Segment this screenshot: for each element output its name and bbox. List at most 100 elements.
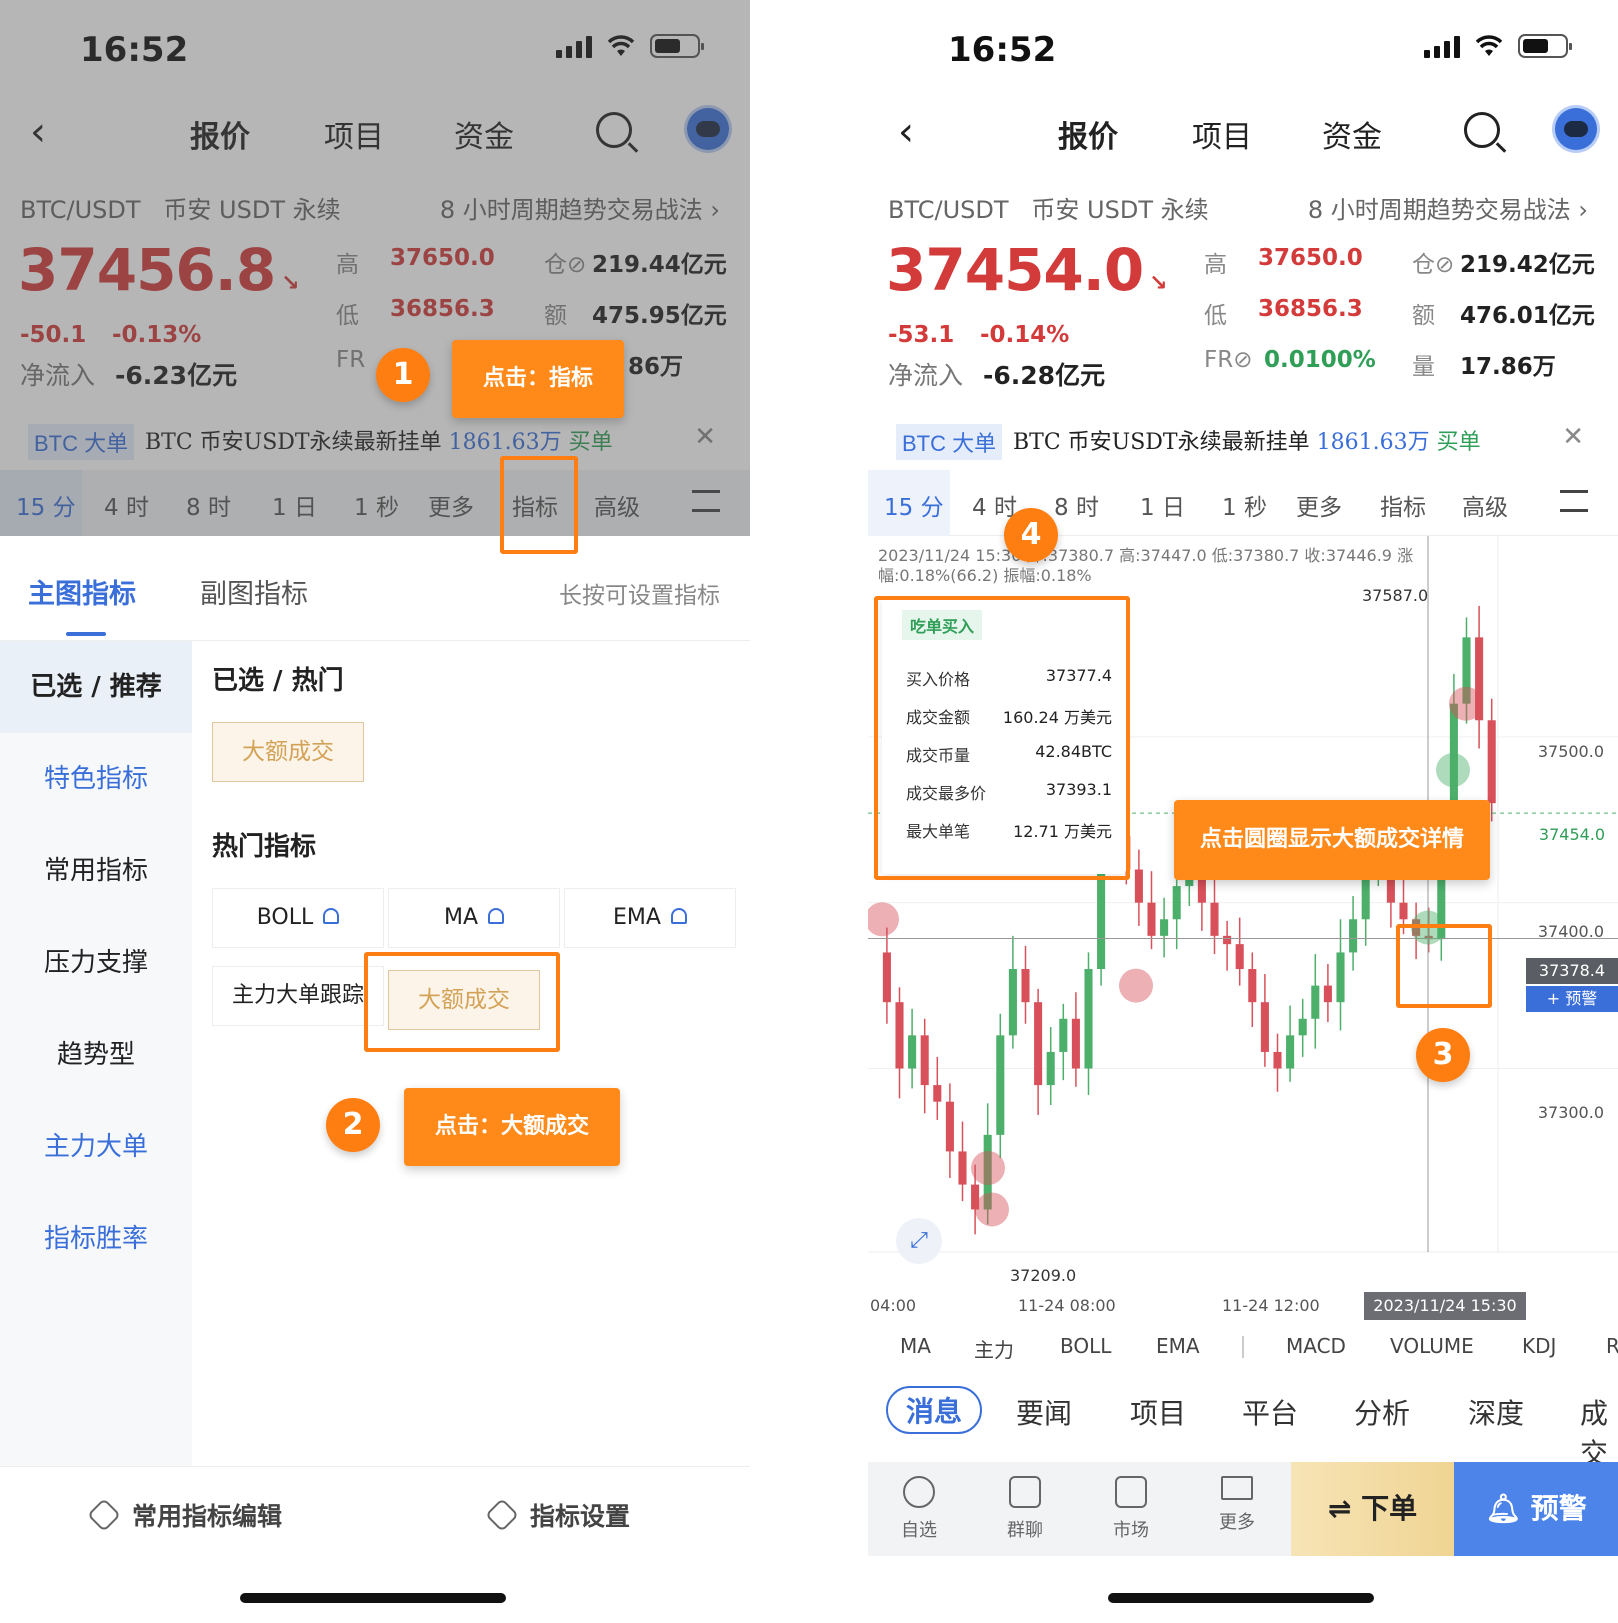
add-alert-button[interactable]: + 预警 (1526, 986, 1618, 1012)
candle-body (1147, 902, 1156, 936)
indicator-panel: 主图指标 副图指标 长按可设置指标 已选 / 推荐 特色指标 常用指标 压力支撑… (0, 536, 750, 1623)
net-inflow: 净流入 -6.28亿元 (888, 356, 1105, 392)
nav-more-label: 更多 (1219, 1512, 1255, 1533)
tf-15m[interactable]: 15 分 (884, 488, 944, 522)
price-change-pct: -0.14% (980, 322, 1070, 348)
sidebar-item-common[interactable]: 常用指标 (0, 825, 192, 917)
tab-project[interactable]: 项目 (1192, 112, 1252, 156)
strategy-link[interactable]: 8 小时周期趋势交易战法 › (1308, 190, 1588, 225)
indicator-ma[interactable]: MA (388, 888, 560, 948)
ticker-bar[interactable]: BTC 大单 BTC 币安USDT永续最新挂单 1861.63万 买单 ✕ (868, 416, 1618, 466)
close-icon[interactable]: ✕ (1562, 422, 1584, 452)
candle-info-line2: 幅:0.18%(66.2) 振幅:0.18% (878, 566, 1092, 585)
nav-market-label: 市场 (1113, 1520, 1149, 1541)
ind-ema[interactable]: EMA (1156, 1334, 1200, 1358)
sidebar-item-selected[interactable]: 已选 / 推荐 (0, 641, 192, 733)
low-label: 低 (1204, 303, 1227, 329)
sidebar-item-trend[interactable]: 趋势型 (0, 1009, 192, 1101)
ind-ma[interactable]: MA (900, 1334, 931, 1358)
sliders-icon (1221, 1476, 1253, 1500)
bell-icon[interactable] (670, 908, 687, 924)
news-tab-messages[interactable]: 消息 (886, 1386, 983, 1434)
bell-icon[interactable] (488, 908, 505, 924)
tf-more[interactable]: 更多 (1296, 488, 1342, 522)
tf-advanced[interactable]: 高级 (1462, 488, 1508, 522)
tf-indicator[interactable]: 指标 (1380, 488, 1426, 522)
tab-main-indicators[interactable]: 主图指标 (28, 572, 136, 611)
ind-macd[interactable]: MACD (1286, 1334, 1346, 1358)
ind-boll[interactable]: BOLL (1060, 1334, 1111, 1358)
ticker-text: BTC 币安USDT永续最新挂单 1861.63万 买单 (1013, 424, 1481, 456)
crosshair-price-tag: 37378.4 (1526, 958, 1618, 984)
edit-common-label: 常用指标编辑 (132, 1502, 283, 1531)
candle-body (1084, 969, 1093, 1069)
nav-watchlist-label: 自选 (901, 1520, 937, 1541)
sidebar-item-featured[interactable]: 特色指标 (0, 733, 192, 825)
indicator-boll-label: BOLL (256, 905, 314, 930)
bottom-nav: 自选 群聊 市场 更多 ⇌ 下单 🔔︎ 预警 (868, 1462, 1618, 1556)
ticker-message: BTC 币安USDT永续最新挂单 (1013, 430, 1310, 455)
candle-body (1349, 919, 1358, 953)
left-screen: 16:52 ‹ 报价 项目 资金 BTC/USDT 币安 USDT 永续 8 小… (0, 0, 750, 1623)
sidebar-item-support[interactable]: 压力支撑 (0, 917, 192, 1009)
tf-1d[interactable]: 1 日 (1140, 488, 1185, 522)
place-order-button[interactable]: ⇌ 下单 (1291, 1462, 1454, 1556)
indicator-boll[interactable]: BOLL (212, 888, 384, 948)
tab-quote[interactable]: 报价 (1058, 112, 1118, 156)
selected-section-title: 已选 / 热门 (212, 666, 344, 696)
large-trade-bubble (975, 1192, 1009, 1227)
search-icon[interactable] (1464, 112, 1500, 148)
bell-icon[interactable] (323, 908, 340, 924)
news-tab-platform[interactable]: 平台 (1242, 1392, 1298, 1432)
chart-settings-icon[interactable] (1560, 490, 1588, 512)
modal-overlay[interactable] (0, 0, 750, 536)
pair-symbol: BTC/USDT (888, 196, 1009, 224)
hot-section-title: 热门指标 (212, 832, 317, 862)
candle-body (1223, 935, 1232, 945)
sidebar-item-winrate[interactable]: 指标胜率 (0, 1193, 192, 1285)
divider (1242, 1336, 1244, 1358)
nav-watchlist[interactable]: 自选 (874, 1472, 964, 1542)
ind-kdj[interactable]: KDJ (1522, 1334, 1556, 1358)
pair-title[interactable]: BTC/USDT 币安 USDT 永续 (888, 190, 1209, 225)
sidebar-item-whale[interactable]: 主力大单 (0, 1101, 192, 1193)
expand-icon[interactable]: ⤢ (896, 1218, 942, 1264)
market-name: 币安 USDT 永续 (1031, 196, 1209, 224)
tf-1s[interactable]: 1 秒 (1222, 488, 1267, 522)
tab-sub-indicators[interactable]: 副图指标 (200, 572, 308, 611)
news-tab-analysis[interactable]: 分析 (1354, 1392, 1410, 1432)
news-tab-trades[interactable]: 成交 (1580, 1392, 1618, 1472)
selected-chip-large-trade[interactable]: 大额成交 (212, 722, 364, 782)
last-price: 37454.0 ↘ (886, 236, 1168, 304)
callout-4-highlight (874, 596, 1130, 880)
nav-bar: ‹ 报价 项目 资金 (868, 100, 1618, 170)
callout-2-number: 2 (326, 1098, 380, 1152)
indicator-ema[interactable]: EMA (564, 888, 736, 948)
news-tab-headlines[interactable]: 要闻 (1016, 1392, 1072, 1432)
ind-volume[interactable]: VOLUME (1390, 1334, 1474, 1358)
candle-body (945, 1101, 954, 1152)
indicator-whale-tracking[interactable]: 主力大单跟踪 (212, 966, 384, 1026)
back-icon[interactable]: ‹ (898, 112, 938, 152)
tf-8h[interactable]: 8 时 (1054, 488, 1099, 522)
hexagon-icon (87, 1498, 121, 1532)
settings-label: 指标设置 (530, 1502, 631, 1531)
edit-common-indicators-button[interactable]: 常用指标编辑 (87, 1497, 283, 1533)
indicator-settings-button[interactable]: 指标设置 (485, 1497, 631, 1533)
nav-more[interactable]: 更多 (1192, 1472, 1282, 1534)
avatar[interactable] (1555, 108, 1597, 150)
callout-1-label: 点击：指标 (452, 340, 624, 418)
news-tab-projects[interactable]: 项目 (1130, 1392, 1186, 1432)
callout-2-label: 点击：大额成交 (404, 1088, 620, 1166)
nav-market[interactable]: 市场 (1086, 1472, 1176, 1542)
news-tab-depth[interactable]: 深度 (1468, 1392, 1524, 1432)
price-alert-button[interactable]: 🔔︎ 预警 (1454, 1462, 1618, 1556)
callout-3-number: 3 (1416, 1028, 1470, 1082)
ind-more[interactable]: R (1606, 1334, 1618, 1358)
ind-main-force[interactable]: 主力 (974, 1334, 1014, 1363)
candle-body (1160, 919, 1169, 936)
tab-funds[interactable]: 资金 (1322, 112, 1382, 156)
candle-body (1235, 944, 1244, 970)
nav-chat[interactable]: 群聊 (980, 1472, 1070, 1542)
high-label: 高 (1204, 252, 1227, 278)
